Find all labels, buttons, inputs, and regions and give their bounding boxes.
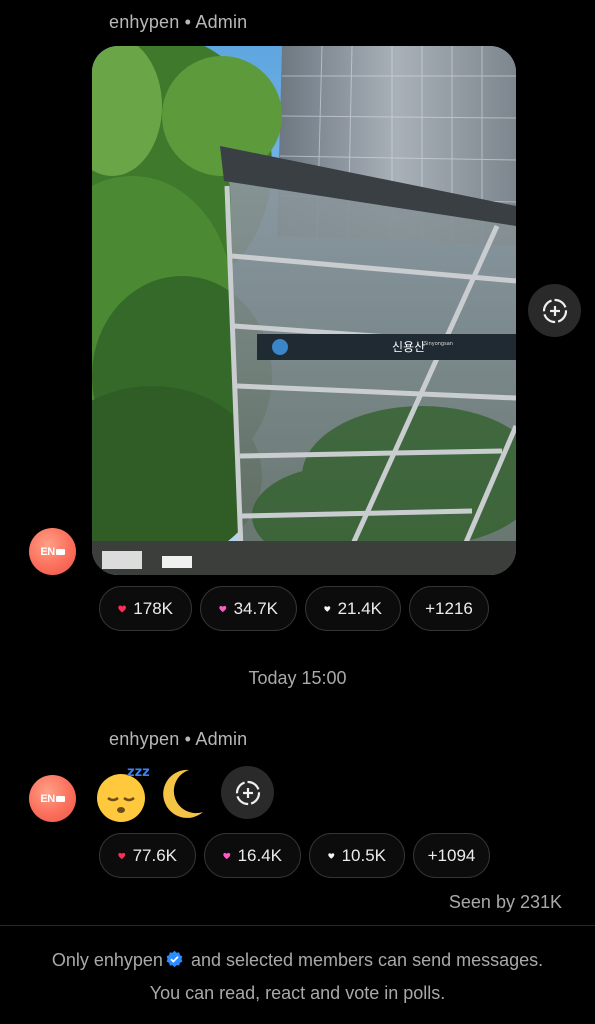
reaction-count: 10.5K [341, 845, 386, 865]
admin-avatar[interactable]: EN [29, 528, 76, 575]
enhypen-logo-icon: EN [40, 546, 65, 558]
reaction-count: 178K [133, 598, 173, 618]
reaction-bar: 178K 34.7K 21.4K +1216 [99, 586, 489, 631]
station-sign-sub: Sinyongsan [424, 341, 453, 347]
add-reaction-button[interactable] [221, 766, 274, 819]
sender-name: enhypen • Admin [109, 12, 248, 32]
date-separator: Today 15:00 [248, 668, 347, 688]
verified-badge-icon [166, 950, 183, 968]
crescent-moon-emoji [163, 769, 203, 818]
pink-heart-icon [223, 852, 231, 859]
notice-text-end: and selected members can send messages. [190, 950, 544, 970]
svg-text:zzz: zzz [127, 765, 150, 780]
photo-image: 신용산 Sinyongsan [92, 46, 516, 575]
red-heart-icon [118, 852, 126, 859]
notice-line-2: You can read, react and vote in polls. [149, 983, 446, 1003]
reaction-chip-white-heart[interactable]: 21.4K [305, 586, 401, 631]
reaction-count: 16.4K [237, 845, 282, 865]
pink-heart-icon [219, 605, 227, 612]
white-heart-icon [324, 605, 331, 612]
admin-avatar[interactable]: EN [29, 775, 76, 822]
reaction-chip-pink-heart[interactable]: 34.7K [200, 586, 297, 631]
more-reactions-chip[interactable]: +1216 [409, 586, 489, 631]
divider [0, 925, 595, 926]
seen-by-count: Seen by 231K [448, 892, 562, 912]
add-reaction-button[interactable] [528, 284, 581, 337]
more-reactions-chip[interactable]: +1094 [413, 833, 490, 878]
white-heart-icon [328, 852, 335, 859]
reaction-count: 34.7K [233, 598, 278, 618]
reaction-chip-white-heart[interactable]: 10.5K [309, 833, 405, 878]
sleeping-face-emoji: zzz [97, 765, 150, 822]
reaction-chip-red-heart[interactable]: 77.6K [99, 833, 196, 878]
reaction-count: 77.6K [132, 845, 177, 865]
red-heart-icon [118, 605, 126, 612]
dashed-plus-circle-icon [235, 780, 260, 805]
dashed-plus-circle-icon [542, 298, 567, 323]
notice-line-1: Only enhypen and selected members can se… [0, 944, 595, 977]
channel-permission-notice: Only enhypen and selected members can se… [0, 944, 595, 1010]
reaction-chip-red-heart[interactable]: 178K [99, 586, 192, 631]
reaction-chip-pink-heart[interactable]: 16.4K [204, 833, 301, 878]
sender-name: enhypen • Admin [109, 729, 248, 749]
station-sign-text: 신용산 [392, 340, 425, 354]
more-reactions-count: +1216 [425, 598, 473, 618]
more-reactions-count: +1094 [427, 845, 476, 865]
enhypen-logo-icon: EN [40, 793, 65, 805]
reaction-bar: 77.6K 16.4K 10.5K +1094 [99, 833, 490, 878]
notice-text-start: Only enhypen [51, 950, 163, 970]
reaction-count: 21.4K [337, 598, 382, 618]
message-photo[interactable]: 신용산 Sinyongsan [92, 46, 516, 575]
emoji-message: zzz [93, 762, 209, 824]
